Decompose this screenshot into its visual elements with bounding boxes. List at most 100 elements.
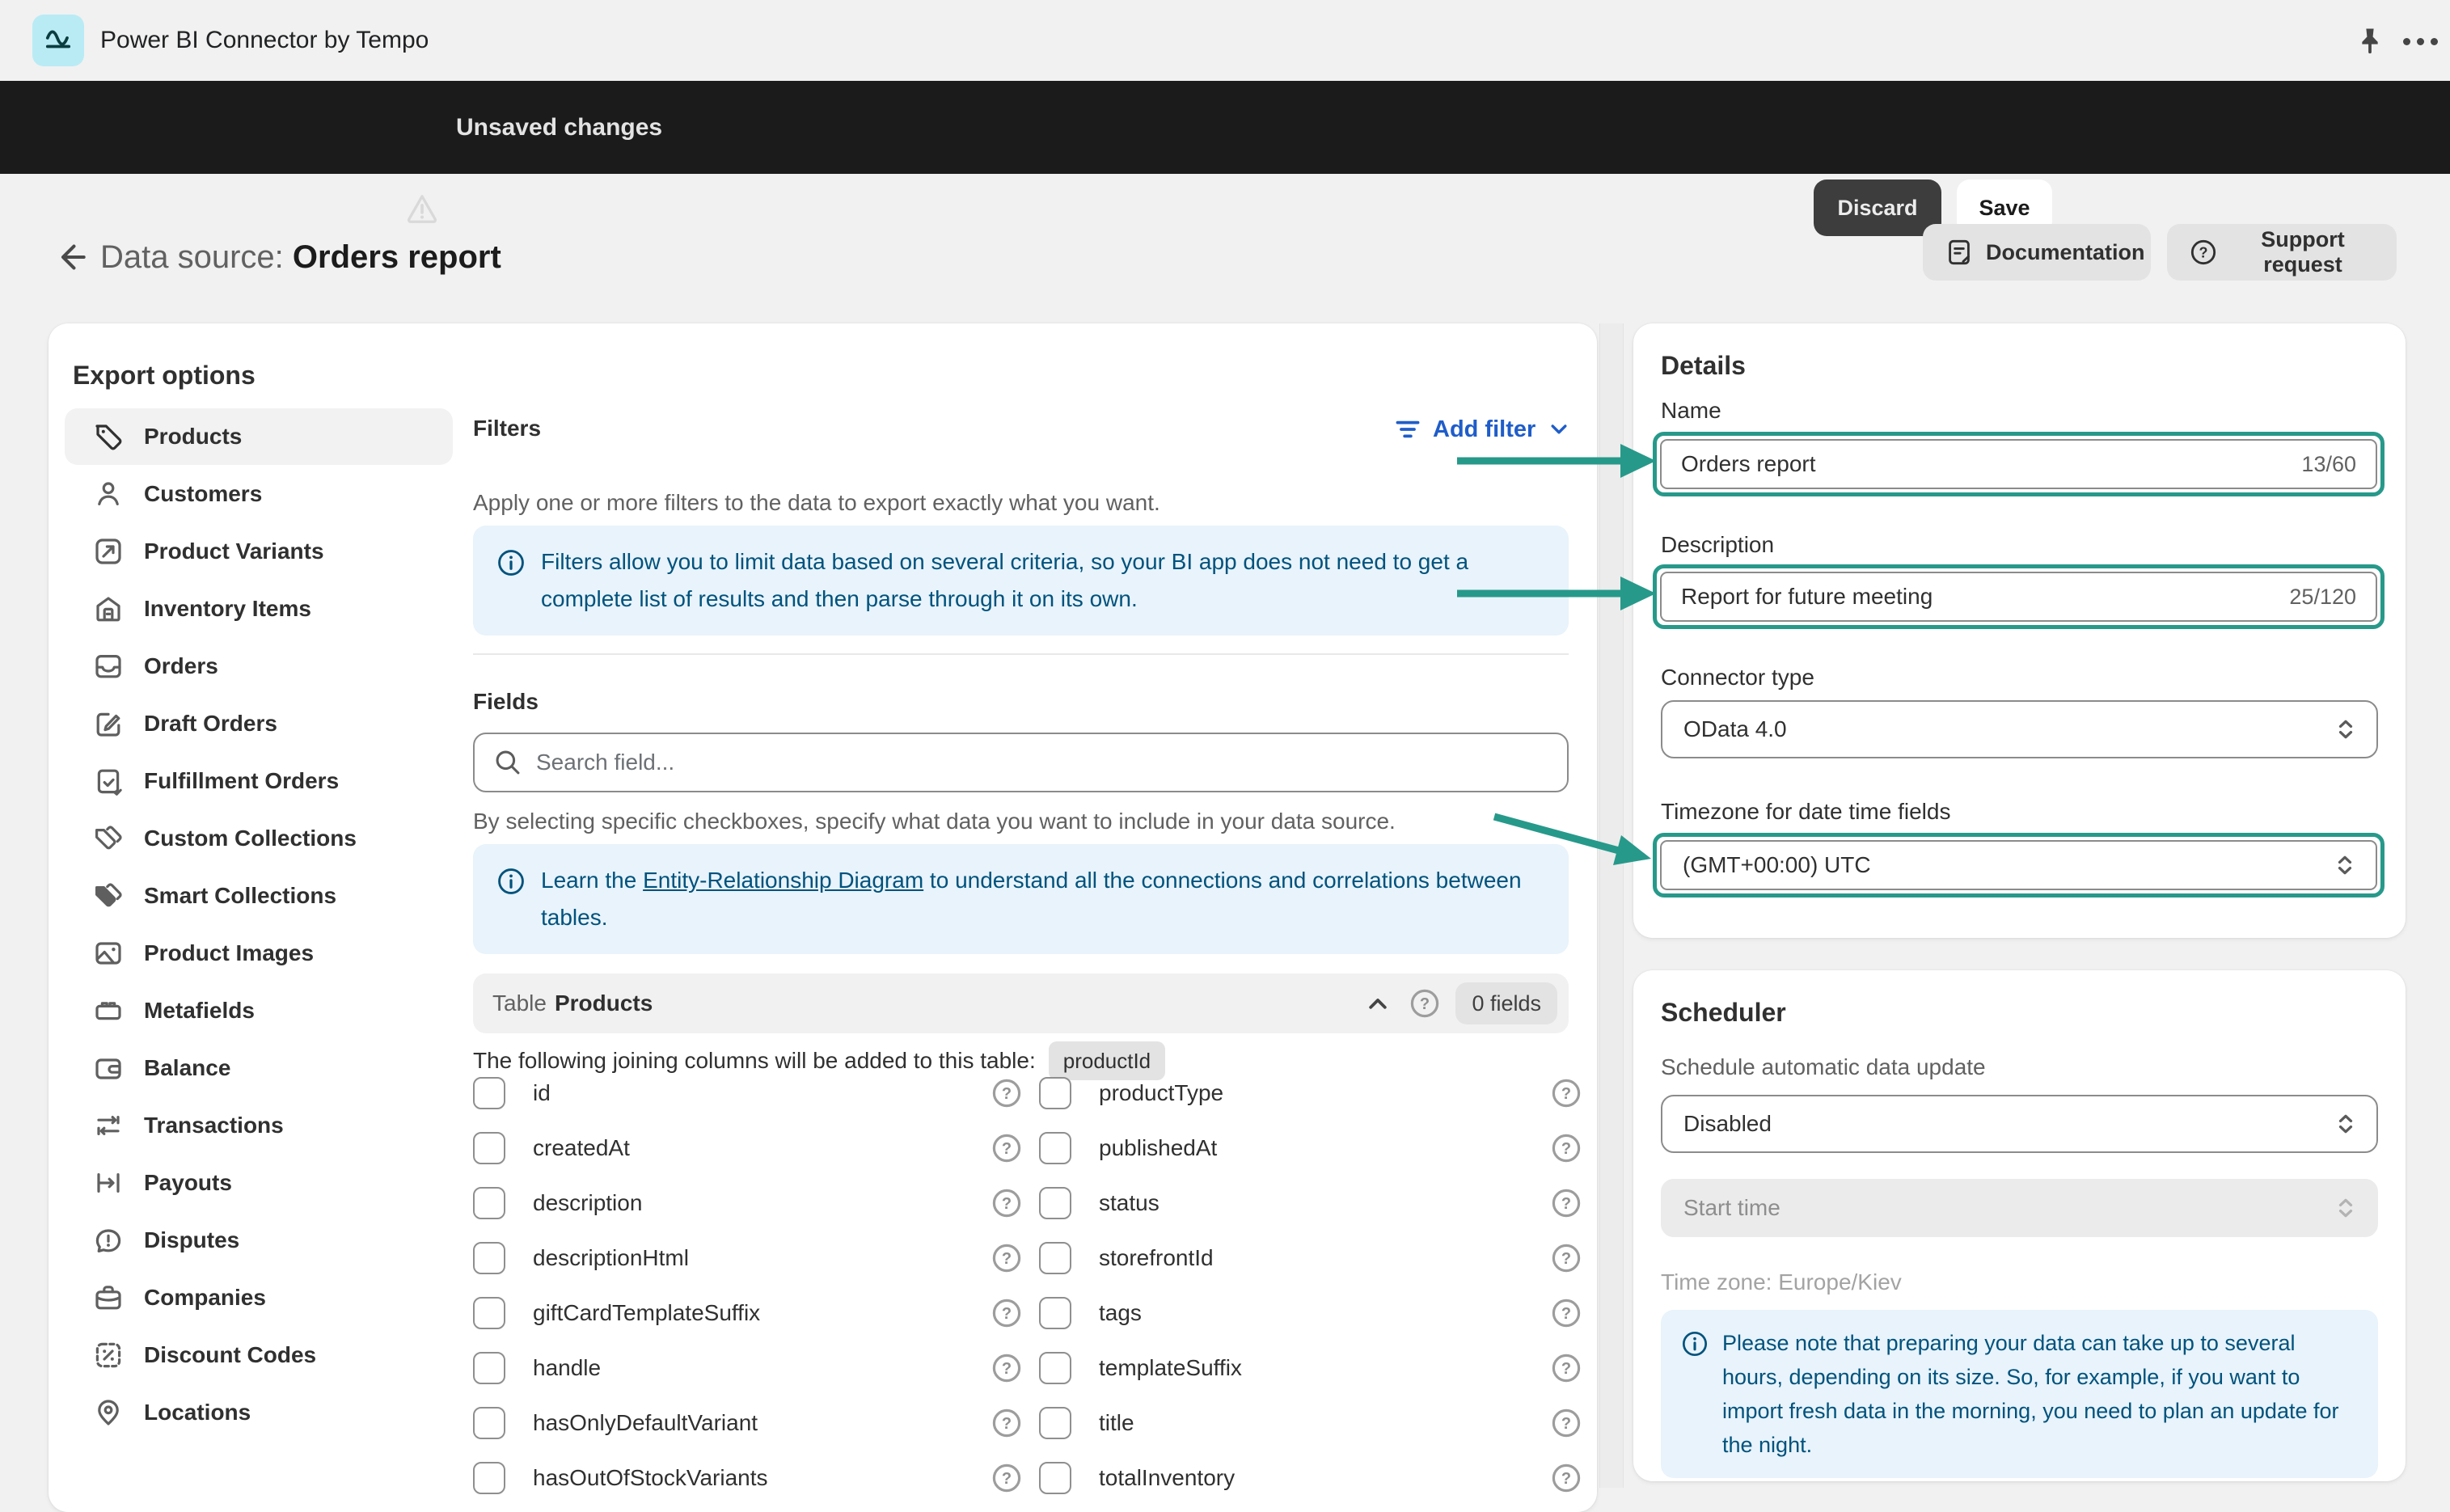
field-help-icon[interactable]: ? <box>1550 1187 1582 1219</box>
field-help-icon[interactable]: ? <box>991 1297 1023 1329</box>
unsaved-changes-message: Unsaved changes <box>456 114 663 141</box>
field-help-icon[interactable]: ? <box>1550 1352 1582 1384</box>
sidebar-item-label: Customers <box>144 481 263 506</box>
sidebar-item-metafields[interactable]: Metafields <box>65 982 453 1039</box>
checkbox-publishedAt[interactable] <box>1039 1132 1071 1164</box>
sidebar-item-label: Draft Orders <box>144 711 277 736</box>
sidebar-item-orders[interactable]: Orders <box>65 638 453 695</box>
field-help-icon[interactable]: ? <box>1550 1077 1582 1109</box>
orders-icon <box>92 650 125 682</box>
field-cell-publishedAt: publishedAt? <box>1039 1132 1582 1164</box>
sidebar-item-draft-orders[interactable]: Draft Orders <box>65 695 453 752</box>
svg-text:?: ? <box>1561 1140 1571 1158</box>
checkbox-hasOnlyDefaultVariant[interactable] <box>473 1407 505 1439</box>
field-help-icon[interactable]: ? <box>991 1242 1023 1274</box>
sidebar-item-discount-codes[interactable]: Discount Codes <box>65 1327 453 1383</box>
document-icon <box>1944 237 1975 268</box>
sidebar-item-fulfillment-orders[interactable]: Fulfillment Orders <box>65 753 453 809</box>
checkbox-storefrontId[interactable] <box>1039 1242 1071 1274</box>
sidebar-item-companies[interactable]: Companies <box>65 1269 453 1326</box>
sidebar-item-inventory-items[interactable]: Inventory Items <box>65 581 453 637</box>
checkbox-createdAt[interactable] <box>473 1132 505 1164</box>
timezone-label: Timezone for date time fields <box>1661 799 1951 824</box>
annotation-arrow-description <box>1457 577 1656 610</box>
field-help-icon[interactable]: ? <box>991 1407 1023 1439</box>
sidebar-item-custom-collections[interactable]: Custom Collections <box>65 810 453 867</box>
sidebar-item-smart-collections[interactable]: Smart Collections <box>65 868 453 924</box>
field-help-icon[interactable]: ? <box>1550 1132 1582 1164</box>
checkbox-giftCardTemplateSuffix[interactable] <box>473 1297 505 1329</box>
sidebar-item-transactions[interactable]: Transactions <box>65 1097 453 1154</box>
sidebar-item-disputes[interactable]: Disputes <box>65 1212 453 1269</box>
checkbox-id[interactable] <box>473 1077 505 1109</box>
disputes-icon <box>92 1224 125 1256</box>
checkbox-hasOutOfStockVariants[interactable] <box>473 1462 505 1494</box>
svg-text:?: ? <box>1561 1085 1571 1103</box>
scrollbar-track[interactable] <box>1599 323 1624 1488</box>
sidebar-item-customers[interactable]: Customers <box>65 466 453 522</box>
select-chevrons-icon <box>2331 1109 2360 1138</box>
checkbox-description[interactable] <box>473 1187 505 1219</box>
sidebar-item-locations[interactable]: Locations <box>65 1384 453 1441</box>
discard-button[interactable]: Discard <box>1814 179 1941 236</box>
fields-count-badge: 0 fields <box>1455 982 1557 1024</box>
documentation-button[interactable]: Documentation <box>1923 224 2151 281</box>
metafields-icon <box>92 995 125 1027</box>
sidebar-item-products[interactable]: Products <box>65 408 453 465</box>
field-label: hasOnlyDefaultVariant <box>533 1410 758 1435</box>
field-help-icon[interactable]: ? <box>991 1187 1023 1219</box>
table-help-icon[interactable]: ? <box>1409 987 1441 1020</box>
checkbox-productType[interactable] <box>1039 1077 1071 1109</box>
sidebar-item-label: Metafields <box>144 998 255 1023</box>
sidebar-item-balance[interactable]: Balance <box>65 1040 453 1096</box>
field-help-icon[interactable]: ? <box>991 1462 1023 1494</box>
field-help-icon[interactable]: ? <box>1550 1462 1582 1494</box>
table-products-bar[interactable]: Table Products ? 0 fields <box>473 974 1569 1033</box>
checkbox-descriptionHtml[interactable] <box>473 1242 505 1274</box>
checkbox-templateSuffix[interactable] <box>1039 1352 1071 1384</box>
svg-text:?: ? <box>1002 1085 1012 1103</box>
field-help-icon[interactable]: ? <box>1550 1407 1582 1439</box>
export-options-heading: Export options <box>73 361 256 390</box>
payouts-icon <box>92 1167 125 1199</box>
sidebar-item-label: Fulfillment Orders <box>144 768 340 793</box>
field-row: descriptionHtml? storefrontId? <box>473 1231 1582 1286</box>
pin-icon[interactable] <box>2353 24 2387 58</box>
custom-collections-icon <box>92 822 125 855</box>
back-arrow-icon[interactable] <box>53 238 92 277</box>
checkbox-totalInventory[interactable] <box>1039 1462 1071 1494</box>
name-input[interactable] <box>1681 451 2289 477</box>
support-request-label: Support request <box>2261 227 2345 277</box>
more-menu-icon[interactable] <box>2403 32 2445 50</box>
search-input[interactable] <box>536 750 1549 775</box>
sidebar-item-product-variants[interactable]: Product Variants <box>65 523 453 580</box>
svg-text:?: ? <box>1002 1415 1012 1433</box>
filters-heading: Filters <box>473 416 542 441</box>
field-help-icon[interactable]: ? <box>991 1077 1023 1109</box>
svg-text:?: ? <box>1561 1415 1571 1433</box>
sidebar-item-label: Companies <box>144 1285 266 1310</box>
table-label: Table <box>492 990 547 1016</box>
support-request-button[interactable]: ? Support request <box>2167 224 2397 281</box>
start-time-placeholder: Start time <box>1683 1195 1780 1220</box>
checkbox-tags[interactable] <box>1039 1297 1071 1329</box>
field-row: id? productType? <box>473 1066 1582 1121</box>
svg-text:?: ? <box>1561 1470 1571 1488</box>
checkbox-handle[interactable] <box>473 1352 505 1384</box>
sidebar-item-payouts[interactable]: Payouts <box>65 1155 453 1211</box>
checkbox-title[interactable] <box>1039 1407 1071 1439</box>
field-help-icon[interactable]: ? <box>991 1352 1023 1384</box>
connector-type-select[interactable]: OData 4.0 <box>1661 700 2378 758</box>
field-help-icon[interactable]: ? <box>991 1132 1023 1164</box>
sidebar-item-label: Inventory Items <box>144 596 311 621</box>
er-diagram-link[interactable]: Entity-Relationship Diagram <box>643 868 923 893</box>
collapse-chevron-up-icon[interactable] <box>1362 987 1394 1020</box>
app-logo <box>32 15 84 66</box>
description-input[interactable] <box>1681 584 2277 610</box>
scheduler-mode-select[interactable]: Disabled <box>1661 1095 2378 1153</box>
field-help-icon[interactable]: ? <box>1550 1242 1582 1274</box>
sidebar-item-product-images[interactable]: Product Images <box>65 925 453 982</box>
field-help-icon[interactable]: ? <box>1550 1297 1582 1329</box>
timezone-select[interactable]: (GMT+00:00) UTC <box>1660 840 2377 890</box>
checkbox-status[interactable] <box>1039 1187 1071 1219</box>
